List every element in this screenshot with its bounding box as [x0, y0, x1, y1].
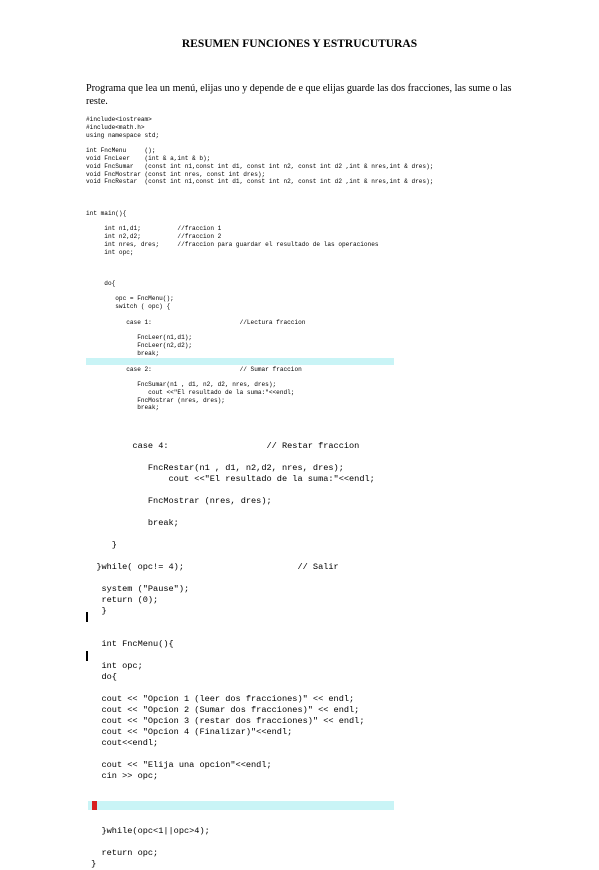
code-line: } — [86, 859, 97, 869]
code-line: FncMostrar (nres, dres); — [86, 396, 225, 404]
code-line: break; — [86, 404, 160, 412]
code-line: int opc; — [86, 248, 134, 256]
code-line: using namespace std; — [86, 131, 160, 139]
code-block-bottom: case 4: // Restar fraccion FncRestar(n1 … — [86, 441, 375, 870]
code-line: return opc; — [86, 848, 159, 858]
code-line: FncLeer(n2,d2); — [86, 342, 193, 350]
code-line: cout << "Opcion 2 (Sumar dos fracciones)… — [86, 705, 360, 715]
code-line: FncLeer(n1,d1); — [86, 334, 193, 342]
code-line: void FncSumar (const int n1,const int d1… — [86, 162, 434, 170]
code-line: } — [86, 606, 107, 616]
code-line: int nres, dres; //fraccion para guardar … — [86, 240, 379, 248]
code-line: do{ — [86, 672, 117, 682]
code-line: void FncRestar (const int n1,const int d… — [86, 178, 434, 186]
code-line: case 1: //Lectura fraccion — [86, 318, 306, 326]
code-line: void FncLeer (int & a,int & b); — [86, 154, 211, 162]
code-line: int FncMenu (); — [86, 147, 156, 155]
code-line: int n1,d1; //fraccion 1 — [86, 225, 222, 233]
code-line: cout<<endl; — [86, 738, 159, 748]
code-line: } — [86, 540, 117, 550]
code-line: FncMostrar (nres, dres); — [86, 496, 272, 506]
code-line: cout <<"El resultado de la suma:"<<endl; — [86, 388, 295, 396]
code-line: #include<iostream> — [86, 116, 152, 123]
code-line: #include<math.h> — [86, 123, 145, 131]
code-line: cout <<"El resultado de la suma:"<<endl; — [86, 474, 375, 484]
code-line: }while(opc<1||opc>4); — [86, 826, 210, 836]
intro-paragraph: Programa que lea un menú, elijas uno y d… — [86, 83, 512, 107]
document-title: RESUMEN FUNCIONES Y ESTRUCUTURAS — [181, 38, 418, 50]
code-line: do{ — [86, 279, 116, 287]
code-line: FncSumar(n1 , d1, n2, d2, nres, dres); — [86, 381, 277, 389]
code-line: }while( opc!= 4); // Salir — [86, 562, 339, 572]
code-line: void FncMostrar (const int nres, const i… — [86, 170, 266, 178]
code-line: opc = FncMenu(); — [86, 295, 174, 303]
code-line: switch ( opc) { — [86, 303, 171, 311]
code-line: FncRestar(n1 , d1, n2,d2, nres, dres); — [86, 463, 344, 473]
code-line: cout << "Opcion 1 (leer dos fracciones)"… — [86, 694, 355, 704]
code-line: break; — [86, 518, 179, 528]
code-line: cin >> opc; — [86, 771, 159, 781]
code-line: cout << "Elija una opcion"<<endl; — [86, 760, 272, 770]
code-line: system ("Pause"); — [86, 584, 190, 594]
code-line: int main(){ — [86, 209, 127, 217]
code-line: int opc; — [86, 661, 143, 671]
code-line: cout << "Opcion 3 (restar dos fracciones… — [86, 716, 365, 726]
code-line: int n2,d2; //fraccion 2 — [86, 232, 222, 240]
code-line: case 4: // Restar fraccion — [86, 441, 360, 451]
code-line: int FncMenu(){ — [86, 639, 174, 649]
code-line: break; — [86, 349, 160, 357]
code-line: case 2: // Sumar fraccion — [86, 365, 302, 373]
code-block-top: #include<iostream> #include<math.h> using … — [86, 116, 433, 412]
code-line: cout << "Opcion 4 (Finalizar)"<<endl; — [86, 727, 293, 737]
code-line: return (0); — [86, 595, 159, 605]
